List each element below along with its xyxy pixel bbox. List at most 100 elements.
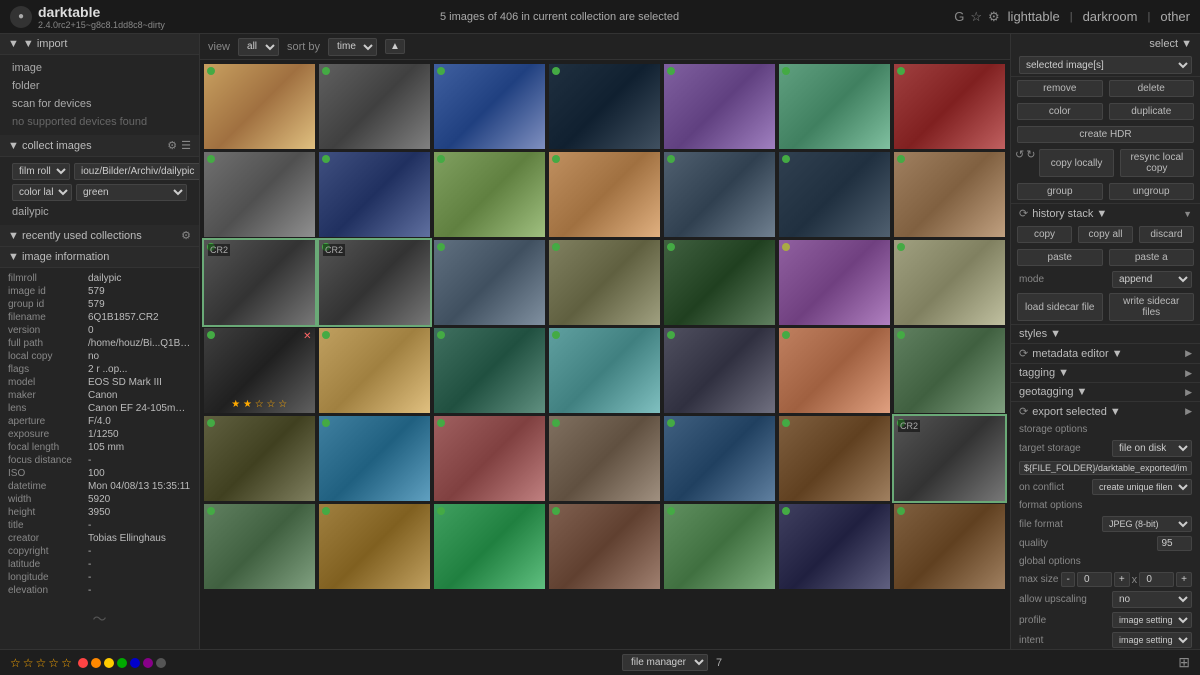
color-label-value-select[interactable]: green <box>76 184 187 201</box>
table-row[interactable] <box>549 152 660 237</box>
table-row[interactable] <box>664 64 775 149</box>
history-spinner[interactable]: ⟳ <box>1019 207 1028 220</box>
table-row[interactable] <box>434 504 545 589</box>
table-row[interactable] <box>664 416 775 501</box>
table-row[interactable] <box>664 240 775 325</box>
monitor-icon[interactable]: ⊞ <box>1178 654 1190 671</box>
table-row[interactable]: ✕ ★ ★ ☆ ☆ ☆ <box>204 328 315 413</box>
paste-btn[interactable]: paste <box>1017 249 1103 266</box>
table-row[interactable] <box>319 152 430 237</box>
max-size-w-increase[interactable]: + <box>1114 572 1130 587</box>
history-stack-title[interactable]: history stack ▼ <box>1032 208 1179 220</box>
import-folder[interactable]: folder <box>8 77 191 95</box>
metadata-title[interactable]: metadata editor ▼ <box>1032 348 1181 360</box>
paste-a-btn[interactable]: paste a <box>1109 249 1195 266</box>
reset-rotation-icon[interactable]: ↺ <box>1015 148 1024 178</box>
max-size-h-input[interactable] <box>1139 572 1174 587</box>
table-row[interactable] <box>779 240 890 325</box>
table-row[interactable] <box>894 152 1005 237</box>
discard-btn[interactable]: discard <box>1139 226 1194 243</box>
star-5[interactable]: ☆ <box>61 656 72 670</box>
on-conflict-select[interactable]: create unique filename <box>1092 479 1192 495</box>
star-icon[interactable]: ☆ <box>970 9 982 25</box>
star-1[interactable]: ☆ <box>10 656 21 670</box>
nav-darkroom[interactable]: darkroom <box>1083 9 1138 24</box>
google-icon[interactable]: G <box>954 9 964 24</box>
table-row[interactable] <box>664 504 775 589</box>
import-scan-devices[interactable]: scan for devices <box>8 95 191 113</box>
export-spinner[interactable]: ⟳ <box>1019 405 1028 418</box>
copy-locally-btn[interactable]: copy locally <box>1039 149 1113 177</box>
color-gray[interactable] <box>156 658 166 668</box>
table-row[interactable] <box>319 504 430 589</box>
gear-icon[interactable]: ⚙ <box>988 9 1000 25</box>
export-title[interactable]: export selected ▼ <box>1032 406 1181 418</box>
table-row[interactable] <box>779 152 890 237</box>
star-3[interactable]: ☆ <box>36 656 47 670</box>
color-red[interactable] <box>78 658 88 668</box>
profile-select[interactable]: image settings <box>1112 612 1192 628</box>
table-row[interactable] <box>434 328 545 413</box>
table-row[interactable] <box>894 328 1005 413</box>
table-row[interactable]: CR2 <box>319 240 430 325</box>
tagging-title[interactable]: tagging ▼ <box>1019 367 1181 379</box>
table-row[interactable]: CR2 <box>894 416 1005 501</box>
table-row[interactable] <box>434 240 545 325</box>
selected-images-select[interactable]: selected image[s] <box>1019 56 1192 74</box>
file-folder-input[interactable] <box>1019 461 1192 475</box>
max-size-h-increase[interactable]: + <box>1176 572 1192 587</box>
geotagging-title[interactable]: geotagging ▼ <box>1019 386 1181 398</box>
color-yellow[interactable] <box>104 658 114 668</box>
collect-list-icon[interactable]: ☰ <box>181 139 191 152</box>
sort-direction-btn[interactable]: ▲ <box>385 39 405 54</box>
allow-upscaling-select[interactable]: no <box>1112 591 1192 608</box>
max-size-w-decrease[interactable]: - <box>1061 572 1074 587</box>
view-select[interactable]: all <box>238 38 279 56</box>
color-orange[interactable] <box>91 658 101 668</box>
color-blue[interactable] <box>130 658 140 668</box>
create-hdr-btn[interactable]: create HDR <box>1017 126 1194 143</box>
table-row[interactable]: CR2 <box>204 240 315 325</box>
mode-select[interactable]: append <box>1112 271 1192 288</box>
star-4[interactable]: ☆ <box>48 656 59 670</box>
quality-input[interactable] <box>1157 536 1192 551</box>
import-section-header[interactable]: ▼ ▼ import <box>0 34 199 55</box>
table-row[interactable] <box>204 504 315 589</box>
recently-settings-icon[interactable]: ⚙ <box>181 229 191 242</box>
ungroup-btn[interactable]: ungroup <box>1109 183 1195 200</box>
table-row[interactable] <box>434 152 545 237</box>
table-row[interactable] <box>894 240 1005 325</box>
image-info-section-header[interactable]: ▼ image information <box>0 247 199 268</box>
select-label[interactable]: select ▼ <box>1149 38 1192 50</box>
sort-select[interactable]: time <box>328 38 377 56</box>
remove-btn[interactable]: remove <box>1017 80 1103 97</box>
intent-select[interactable]: image settings <box>1112 632 1192 648</box>
table-row[interactable] <box>204 152 315 237</box>
copy-btn[interactable]: copy <box>1017 226 1072 243</box>
table-row[interactable] <box>779 504 890 589</box>
table-row[interactable] <box>664 328 775 413</box>
reject-icon[interactable]: ✕ <box>303 331 311 342</box>
view-mode-select[interactable]: file manager <box>622 654 708 671</box>
star-rating[interactable]: ★ ★ ☆ ☆ ☆ <box>231 399 287 410</box>
table-row[interactable] <box>549 64 660 149</box>
table-row[interactable] <box>549 416 660 501</box>
resync-icon[interactable]: ↻ <box>1026 148 1035 178</box>
table-row[interactable] <box>549 240 660 325</box>
delete-btn[interactable]: delete <box>1109 80 1195 97</box>
group-btn[interactable]: group <box>1017 183 1103 200</box>
table-row[interactable] <box>664 152 775 237</box>
color-label-select[interactable]: color label <box>12 184 72 201</box>
film-roll-select[interactable]: film roll <box>12 163 70 180</box>
resync-local-btn[interactable]: resync local copy <box>1120 149 1194 177</box>
film-roll-value-select[interactable]: iouz/Bilder/Archiv/dailypic <box>74 163 200 180</box>
table-row[interactable] <box>434 416 545 501</box>
dailypic-item[interactable]: dailypic <box>8 203 191 221</box>
max-size-w-input[interactable] <box>1077 572 1112 587</box>
load-sidecar-btn[interactable]: load sidecar file <box>1017 293 1103 321</box>
table-row[interactable] <box>204 416 315 501</box>
table-row[interactable] <box>319 416 430 501</box>
table-row[interactable] <box>779 64 890 149</box>
table-row[interactable] <box>549 328 660 413</box>
star-rating-row[interactable]: ☆ ☆ ☆ ☆ ☆ <box>10 656 72 670</box>
